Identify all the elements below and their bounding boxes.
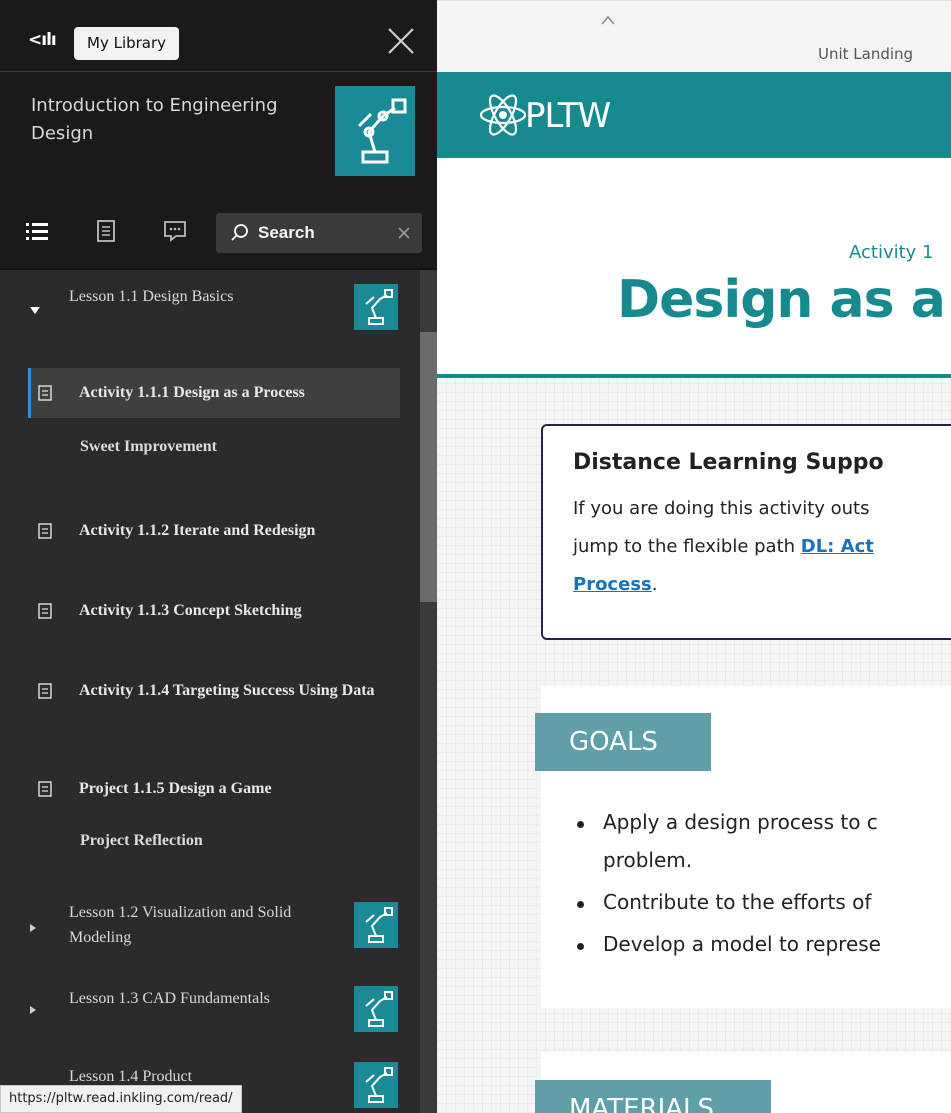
page-title: Design as a (617, 270, 946, 330)
materials-heading-text: MATERIALS (569, 1094, 715, 1113)
unit-landing-nav[interactable]: Unit Landing (437, 0, 951, 72)
lesson-label: Lesson 1.1 Design Basics (69, 288, 234, 305)
document-icon (38, 523, 52, 539)
distance-learning-text-prefix: jump to the flexible path (573, 536, 801, 557)
search-icon (231, 224, 248, 241)
chevron-up-icon[interactable] (601, 15, 615, 25)
pltw-brand-text: PLTW (525, 96, 611, 136)
toc-activity-1-1-1[interactable]: Activity 1.1.1 Design as a Process (28, 368, 400, 418)
document-icon (38, 385, 52, 401)
expand-toggle-icon[interactable] (30, 307, 40, 314)
lesson-label: Lesson 1.3 CAD Fundamentals (69, 990, 270, 1007)
robot-arm-icon (365, 907, 393, 943)
book-cover-thumbnail (335, 86, 415, 176)
toc-lesson-1-2[interactable]: Lesson 1.2 Visualization and Solid Model… (0, 898, 420, 958)
toc-lesson-1-1[interactable]: Lesson 1.1 Design Basics (0, 280, 420, 340)
robot-arm-icon (365, 289, 393, 325)
goal-item: Contribute to the efforts of (576, 890, 872, 914)
document-icon (38, 683, 52, 699)
pltw-header: PLTW (437, 72, 951, 158)
lesson-thumbnail (354, 902, 398, 948)
goals-heading-text: GOALS (569, 727, 658, 757)
unit-landing-link[interactable]: Unit Landing (818, 45, 913, 63)
my-library-tooltip: My Library (74, 27, 180, 60)
goal-item: Apply a design process to c (577, 810, 878, 834)
close-icon[interactable] (386, 26, 416, 56)
activity-label: Activity 1.1.1 Design as a Process (79, 384, 305, 401)
dl-activity-link[interactable]: DL: Act (801, 536, 874, 557)
toc-subitem-project-reflection[interactable]: Project Reflection (80, 832, 203, 850)
robot-arm-icon (365, 1067, 393, 1103)
distance-learning-text: Process. (573, 574, 657, 595)
comments-icon[interactable] (164, 220, 186, 242)
activity-number: Activity 1 (849, 242, 934, 263)
lesson-label: Lesson 1.2 Visualization and Solid Model… (69, 904, 292, 946)
activity-label: Project 1.1.5 Design a Game (79, 780, 272, 797)
book-title: Introduction to Engineering Design (31, 95, 278, 144)
toc-activity-1-1-2[interactable]: Activity 1.1.2 Iterate and Redesign (28, 506, 400, 556)
distance-learning-title: Distance Learning Suppo (573, 450, 884, 475)
distance-learning-text: If you are doing this activity outs (573, 498, 870, 519)
activity-label: Activity 1.1.4 Targeting Success Using D… (79, 682, 375, 699)
activity-label: Activity 1.1.3 Concept Sketching (79, 602, 302, 619)
goals-heading: GOALS (535, 713, 711, 771)
notebook-icon[interactable] (95, 220, 117, 242)
distance-learning-box: Distance Learning Suppo If you are doing… (541, 424, 951, 640)
library-back-icon[interactable]: <ılı (28, 30, 57, 50)
lesson-thumbnail (354, 284, 398, 330)
sidebar-toolbar (0, 190, 437, 270)
expand-toggle-icon[interactable] (30, 924, 36, 932)
pltw-atom-logo-icon (479, 94, 527, 136)
table-of-contents: Lesson 1.1 Design Basics Activity 1.1.1 … (0, 270, 437, 1113)
robot-arm-icon (357, 98, 407, 164)
document-icon (38, 781, 52, 797)
expand-toggle-icon[interactable] (30, 1006, 36, 1014)
dl-process-link[interactable]: Process (573, 574, 652, 595)
status-bar-url: https://pltw.read.inkling.com/read/ (0, 1085, 242, 1113)
activity-label: Activity 1.1.2 Iterate and Redesign (79, 522, 316, 539)
toc-project-1-1-5[interactable]: Project 1.1.5 Design a Game (28, 764, 400, 814)
materials-heading: MATERIALS (535, 1080, 771, 1113)
lesson-thumbnail (354, 986, 398, 1032)
goal-item: Develop a model to represe (577, 932, 881, 956)
distance-learning-text-suffix: . (651, 574, 658, 595)
book-header: Introduction to Engineering Design (0, 72, 437, 190)
document-icon (38, 603, 52, 619)
toc-activity-1-1-4[interactable]: Activity 1.1.4 Targeting Success Using D… (28, 666, 400, 730)
toc-lesson-1-3[interactable]: Lesson 1.3 CAD Fundamentals (0, 982, 420, 1042)
reader-content: Unit Landing PLTW Activity 1 Design as a… (437, 0, 951, 1113)
toc-scrollbar-thumb[interactable] (420, 332, 437, 602)
lesson-thumbnail (354, 1062, 398, 1108)
toc-activity-1-1-3[interactable]: Activity 1.1.3 Concept Sketching (28, 586, 400, 636)
robot-arm-icon (365, 991, 393, 1027)
distance-learning-text: jump to the flexible path DL: Act (573, 536, 874, 557)
activity-header: Activity 1 Design as a (437, 158, 951, 378)
toc-subitem-sweet-improvement[interactable]: Sweet Improvement (80, 438, 217, 456)
search-box[interactable] (216, 213, 422, 253)
sidebar-topbar: <ılı My Library (0, 0, 437, 72)
library-sidebar: <ılı My Library Introduction to Engineer… (0, 0, 437, 1113)
goal-item-continued: problem. (603, 848, 693, 872)
table-of-contents-icon[interactable] (26, 220, 48, 242)
search-input[interactable] (258, 221, 388, 245)
clear-search-icon[interactable] (396, 225, 412, 241)
toc-scrollbar[interactable] (420, 270, 437, 1113)
